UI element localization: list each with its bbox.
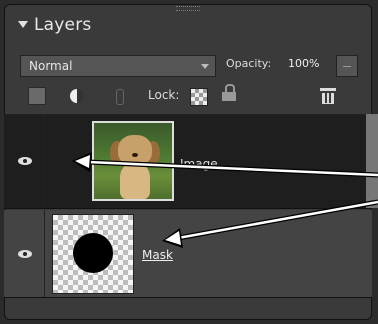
layers-list: Image Mask: [4, 114, 372, 307]
opacity-slider-button[interactable]: [336, 55, 358, 77]
thumbnail-detail: [132, 153, 138, 157]
scrollbar-track[interactable]: [366, 114, 378, 208]
layer-name-image[interactable]: Image: [180, 157, 218, 171]
link-icon[interactable]: [110, 87, 128, 105]
trash-icon[interactable]: [320, 88, 336, 104]
lock-icon[interactable]: [222, 84, 236, 101]
mask-circle-shape: [73, 233, 113, 273]
layer-row-image[interactable]: Image: [4, 115, 372, 209]
eye-icon: [18, 157, 32, 165]
opacity-label: Opacity:: [226, 57, 272, 70]
layer-controls: Normal Opacity: 100%: [20, 55, 360, 77]
visibility-toggle-mask[interactable]: [4, 210, 45, 297]
eye-icon: [18, 250, 32, 258]
chevron-down-icon: [201, 64, 209, 69]
layer-toolbar: Lock:: [20, 84, 360, 108]
layer-thumbnail-image: [92, 121, 174, 201]
blend-mode-select[interactable]: Normal: [20, 55, 216, 77]
layer-row-mask[interactable]: Mask: [4, 210, 372, 298]
half-circle-icon[interactable]: [68, 87, 86, 105]
thumbnail-detail: [118, 135, 152, 165]
collapse-triangle-icon[interactable]: [18, 21, 28, 28]
visibility-toggle-image[interactable]: [4, 115, 45, 208]
blend-mode-value: Normal: [29, 59, 73, 73]
lock-transparent-icon[interactable]: [190, 88, 208, 106]
layer-thumbnail-mask: [52, 214, 134, 294]
thumbnail-detail: [120, 163, 150, 199]
layer-name-mask[interactable]: Mask: [142, 248, 173, 262]
lock-label: Lock:: [148, 88, 180, 102]
panel-header: Layers: [4, 9, 372, 49]
opacity-value[interactable]: 100%: [288, 57, 319, 70]
panel-title: Layers: [34, 15, 92, 35]
new-layer-icon[interactable]: [28, 87, 46, 105]
